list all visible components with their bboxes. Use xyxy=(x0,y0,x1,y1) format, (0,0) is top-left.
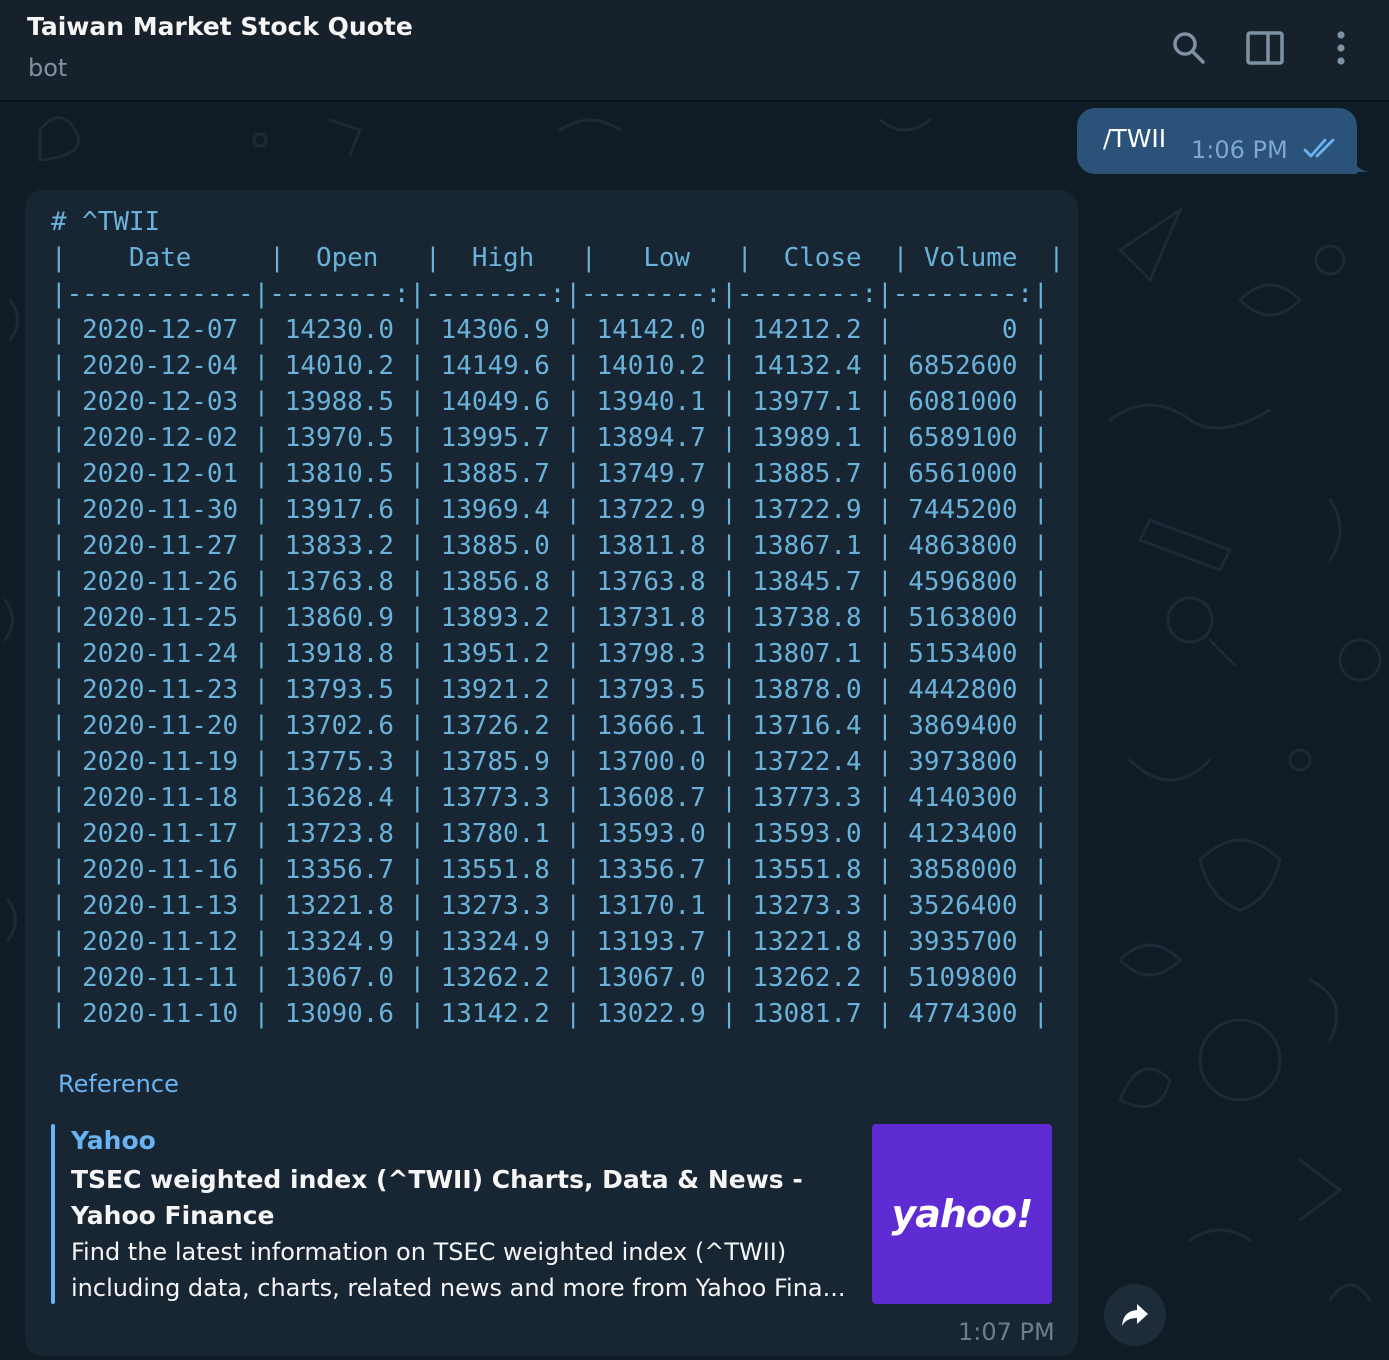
table-row: | 2020-11-24 | 13918.8 | 13951.2 | 13798… xyxy=(51,639,1049,669)
chat-header: Taiwan Market Stock Quote bot xyxy=(0,0,1389,102)
table-heading: # ^TWII xyxy=(51,207,161,237)
yahoo-logo: yahoo! xyxy=(891,1192,1033,1236)
table-row: | 2020-12-03 | 13988.5 | 14049.6 | 13940… xyxy=(51,387,1049,417)
table-row: | 2020-11-23 | 13793.5 | 13921.2 | 13793… xyxy=(51,675,1049,705)
table-row: | 2020-11-17 | 13723.8 | 13780.1 | 13593… xyxy=(51,819,1049,849)
link-preview-thumbnail[interactable]: yahoo! xyxy=(872,1124,1052,1304)
chat-title[interactable]: Taiwan Market Stock Quote xyxy=(27,12,413,41)
sidebar-toggle-icon[interactable] xyxy=(1243,26,1287,70)
outgoing-message-time: 1:06 PM xyxy=(1191,136,1288,164)
quote-table: # ^TWII | Date | Open | High | Low | Clos… xyxy=(51,204,1064,1032)
table-separator: |------------|--------:|--------:|------… xyxy=(51,279,1049,309)
link-preview-title[interactable]: TSEC weighted index (^TWII) Charts, Data… xyxy=(71,1162,851,1234)
link-preview-accent-bar xyxy=(51,1124,55,1304)
link-preview-description[interactable]: Find the latest information on TSEC weig… xyxy=(71,1234,856,1306)
telegram-window: Taiwan Market Stock Quote bot /TWII 1:06… xyxy=(0,0,1389,1360)
forward-arrow-icon xyxy=(1122,1304,1148,1326)
forward-button[interactable] xyxy=(1104,1284,1166,1346)
table-row: | 2020-12-02 | 13970.5 | 13995.7 | 13894… xyxy=(51,423,1049,453)
table-row: | 2020-11-30 | 13917.6 | 13969.4 | 13722… xyxy=(51,495,1049,525)
reference-link[interactable]: Reference xyxy=(58,1070,179,1098)
table-row: | 2020-11-10 | 13090.6 | 13142.2 | 13022… xyxy=(51,999,1049,1029)
table-row: | 2020-11-27 | 13833.2 | 13885.0 | 13811… xyxy=(51,531,1049,561)
table-row: | 2020-11-26 | 13763.8 | 13856.8 | 13763… xyxy=(51,567,1049,597)
table-row: | 2020-11-13 | 13221.8 | 13273.3 | 13170… xyxy=(51,891,1049,921)
more-vertical-icon[interactable] xyxy=(1319,26,1363,70)
table-row: | 2020-11-11 | 13067.0 | 13262.2 | 13067… xyxy=(51,963,1049,993)
double-check-icon xyxy=(1303,136,1341,164)
table-header-row: | Date | Open | High | Low | Close | Vol… xyxy=(51,243,1065,273)
search-icon[interactable] xyxy=(1167,26,1211,70)
table-row: | 2020-11-19 | 13775.3 | 13785.9 | 13700… xyxy=(51,747,1049,777)
table-row: | 2020-12-01 | 13810.5 | 13885.7 | 13749… xyxy=(51,459,1049,489)
table-row: | 2020-11-16 | 13356.7 | 13551.8 | 13356… xyxy=(51,855,1049,885)
table-row: | 2020-11-25 | 13860.9 | 13893.2 | 13731… xyxy=(51,603,1049,633)
table-row: | 2020-11-12 | 13324.9 | 13324.9 | 13193… xyxy=(51,927,1049,957)
outgoing-message-bubble[interactable]: /TWII 1:06 PM xyxy=(1077,108,1357,174)
incoming-message-time: 1:07 PM xyxy=(958,1318,1055,1346)
link-preview-site-name[interactable]: Yahoo xyxy=(71,1126,156,1155)
table-row: | 2020-12-04 | 14010.2 | 14149.6 | 14010… xyxy=(51,351,1049,381)
table-row: | 2020-12-07 | 14230.0 | 14306.9 | 14142… xyxy=(51,315,1049,345)
chat-subtitle: bot xyxy=(28,54,68,82)
table-row: | 2020-11-18 | 13628.4 | 13773.3 | 13608… xyxy=(51,783,1049,813)
bubble-tail xyxy=(1350,150,1368,172)
outgoing-message-text: /TWII xyxy=(1103,124,1167,153)
table-row: | 2020-11-20 | 13702.6 | 13726.2 | 13666… xyxy=(51,711,1049,741)
